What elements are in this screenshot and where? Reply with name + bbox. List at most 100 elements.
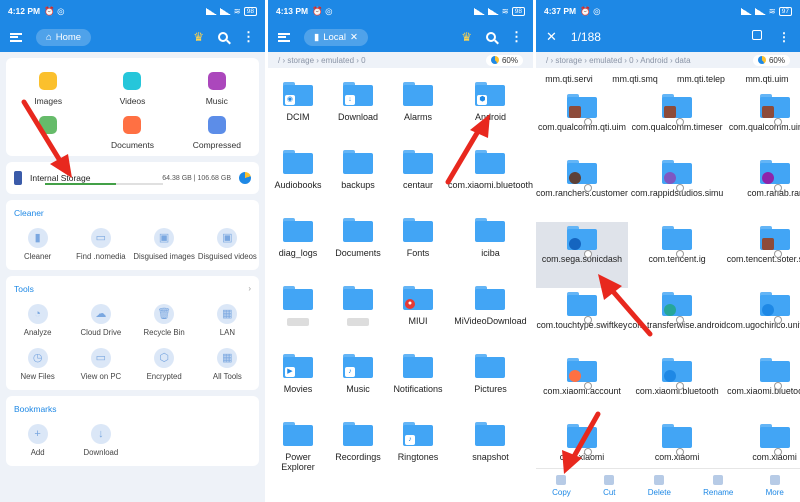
folder-mm-qti-smq[interactable]: mm.qti.smq bbox=[602, 68, 668, 90]
tool-disguised-videos[interactable]: ▣ Disguised videos bbox=[196, 228, 259, 262]
folder-mm-qti-servi[interactable]: mm.qti.servi bbox=[536, 68, 602, 90]
select-checkbox[interactable] bbox=[675, 250, 684, 258]
action-label: Delete bbox=[647, 487, 671, 497]
select-checkbox[interactable] bbox=[675, 184, 684, 192]
select-checkbox[interactable] bbox=[675, 316, 684, 324]
folder-download[interactable]: ↓ Download bbox=[328, 74, 388, 142]
mi-icon bbox=[568, 370, 581, 382]
folder-centaur[interactable]: centaur bbox=[388, 142, 448, 210]
app-folder-com-qualcomm-timeser[interactable]: com.qualcomm.timeser bbox=[628, 90, 726, 156]
select-checkbox[interactable] bbox=[584, 184, 592, 192]
category-music[interactable]: Music bbox=[175, 72, 259, 106]
search-icon[interactable] bbox=[486, 32, 496, 42]
folder-recordings[interactable]: Recordings bbox=[328, 414, 388, 482]
menu-icon[interactable] bbox=[278, 32, 290, 42]
tool-analyze[interactable]: ◔ Analyze bbox=[6, 303, 69, 338]
status-time: 4:37 PM bbox=[544, 6, 577, 16]
app-folder-com-xiaomi-bluetooth-ov[interactable]: com.xiaomi.bluetooth.ov bbox=[726, 354, 800, 420]
app-folder-com-rappidstudios-simu[interactable]: com.rappidstudios.simu bbox=[628, 156, 726, 222]
select-checkbox[interactable] bbox=[675, 448, 684, 456]
folder-mivideodownload[interactable]: MiVideoDownload bbox=[448, 278, 533, 346]
storage-usage-bar bbox=[45, 183, 163, 185]
folder-music[interactable]: ♪ Music bbox=[328, 346, 388, 414]
select-checkbox[interactable] bbox=[584, 382, 592, 390]
app-folder-com-ranchers-customer[interactable]: com.ranchers.customer bbox=[536, 156, 628, 222]
more-options-icon[interactable]: ⋮ bbox=[778, 30, 790, 44]
close-icon[interactable]: ✕ bbox=[350, 32, 358, 43]
app-folder-com-qualcomm-qti-uim[interactable]: com.qualcomm.qti.uim bbox=[536, 90, 628, 156]
app-folder-com-qualcomm-uimrem[interactable]: com.qualcomm.uimrem bbox=[726, 90, 800, 156]
select-checkbox[interactable] bbox=[584, 250, 592, 258]
folder-ringtones[interactable]: ♪ Ringtones bbox=[388, 414, 448, 482]
tool-view-on-pc[interactable]: ▭ View on PC bbox=[69, 347, 132, 382]
app-folder-com-xiaomi-bluetooth[interactable]: com.xiaomi.bluetooth bbox=[628, 354, 726, 420]
tool-recycle-bin[interactable]: 🗑 Recycle Bin bbox=[133, 303, 196, 338]
close-selection-icon[interactable]: ✕ bbox=[546, 29, 557, 45]
tool-encrypted[interactable]: ⬡ Encrypted bbox=[133, 347, 196, 382]
folder-mm-qti-telep[interactable]: mm.qti.telep bbox=[668, 68, 734, 90]
category-videos[interactable]: Videos bbox=[90, 72, 174, 106]
folder-notifications[interactable]: Notifications bbox=[388, 346, 448, 414]
folder-icon bbox=[662, 292, 693, 316]
folder-audiobooks[interactable]: Audiobooks bbox=[268, 142, 328, 210]
folder-power-explorer[interactable]: Power Explorer bbox=[268, 414, 328, 482]
storage-percent-badge[interactable]: 60% bbox=[485, 54, 523, 66]
folder-diag-logs[interactable]: diag_logs bbox=[268, 210, 328, 278]
category-compressed[interactable]: Compressed bbox=[175, 116, 259, 150]
app-folder-com-rarlab-rar[interactable]: com.rarlab.rar bbox=[726, 156, 800, 222]
app-bar: ▮ Local ✕ ♛ ⋮ bbox=[268, 22, 533, 52]
folder-snapshot[interactable]: snapshot bbox=[448, 414, 533, 482]
app-folder-com-tencent-soter-soters[interactable]: com.tencent.soter.soters bbox=[726, 222, 800, 288]
folder-iciba[interactable]: iciba bbox=[448, 210, 533, 278]
folder-dcim[interactable]: ◉ DCIM bbox=[268, 74, 328, 142]
disguised-videos-icon: ▣ bbox=[217, 228, 238, 248]
images-icon bbox=[39, 72, 58, 90]
folder-documents[interactable]: Documents bbox=[328, 210, 388, 278]
select-checkbox[interactable] bbox=[584, 316, 592, 324]
premium-crown-icon[interactable]: ♛ bbox=[461, 30, 472, 44]
select-all-icon[interactable] bbox=[752, 30, 762, 40]
delete-icon bbox=[654, 474, 665, 485]
folder-miui[interactable]: ● MIUI bbox=[388, 278, 448, 346]
search-icon[interactable] bbox=[218, 32, 228, 42]
folder-icon bbox=[662, 226, 693, 250]
more-options-icon[interactable]: ⋮ bbox=[510, 29, 523, 45]
rename-button[interactable]: Rename bbox=[703, 474, 733, 497]
more-options-icon[interactable]: ⋮ bbox=[242, 29, 255, 45]
breadcrumb[interactable]: / › storage › emulated › 0 60% bbox=[268, 52, 533, 68]
chevron-right-icon[interactable]: › bbox=[248, 284, 251, 294]
tool-download[interactable]: ↓ Download bbox=[69, 423, 132, 458]
tool-cloud-drive[interactable]: ☁ Cloud Drive bbox=[69, 303, 132, 338]
location-chip[interactable]: ⌂ Home bbox=[36, 28, 92, 46]
tool-disguised-images[interactable]: ▣ Disguised images bbox=[133, 228, 196, 262]
tool-find-nomedia[interactable]: ▭ Find .nomedia bbox=[69, 228, 132, 262]
category-documents[interactable]: Documents bbox=[90, 116, 174, 150]
select-checkbox[interactable] bbox=[675, 382, 684, 390]
app-folder-com-ugochirico-universal[interactable]: com.ugochirico.universal bbox=[726, 288, 800, 354]
premium-crown-icon[interactable]: ♛ bbox=[193, 30, 204, 44]
folder-fonts[interactable]: Fonts bbox=[388, 210, 448, 278]
tool-cleaner[interactable]: ▮ Cleaner bbox=[6, 228, 69, 262]
folder-mm-qti-uim[interactable]: mm.qti.uim bbox=[734, 68, 800, 90]
folder-backups[interactable]: backups bbox=[328, 142, 388, 210]
menu-icon[interactable] bbox=[10, 32, 22, 42]
folder-pictures[interactable]: Pictures bbox=[448, 346, 533, 414]
tool-add[interactable]: + Add bbox=[6, 423, 69, 458]
select-checkbox[interactable] bbox=[675, 118, 684, 126]
location-chip[interactable]: ▮ Local ✕ bbox=[304, 28, 368, 46]
folder-movies[interactable]: ▶ Movies bbox=[268, 346, 328, 414]
storage-percent-badge[interactable]: 60% bbox=[752, 54, 790, 66]
select-checkbox[interactable] bbox=[584, 118, 592, 126]
folder-hidden[interactable] bbox=[328, 278, 388, 346]
delete-button[interactable]: Delete bbox=[647, 474, 671, 497]
tool-new-files[interactable]: ◷ New Files bbox=[6, 347, 69, 382]
wifi-icon: ≋ bbox=[501, 5, 509, 16]
breadcrumb[interactable]: / › storage › emulated › 0 › Android › d… bbox=[536, 52, 800, 68]
tool-lan[interactable]: ▦ LAN bbox=[196, 303, 259, 338]
folder-label: backups bbox=[341, 180, 375, 190]
folder-hidden[interactable] bbox=[268, 278, 328, 346]
more-button[interactable]: More bbox=[766, 474, 784, 497]
signal-icon bbox=[487, 7, 499, 15]
folder-alarms[interactable]: Alarms bbox=[388, 74, 448, 142]
tool-all-tools[interactable]: ▦ All Tools bbox=[196, 347, 259, 382]
